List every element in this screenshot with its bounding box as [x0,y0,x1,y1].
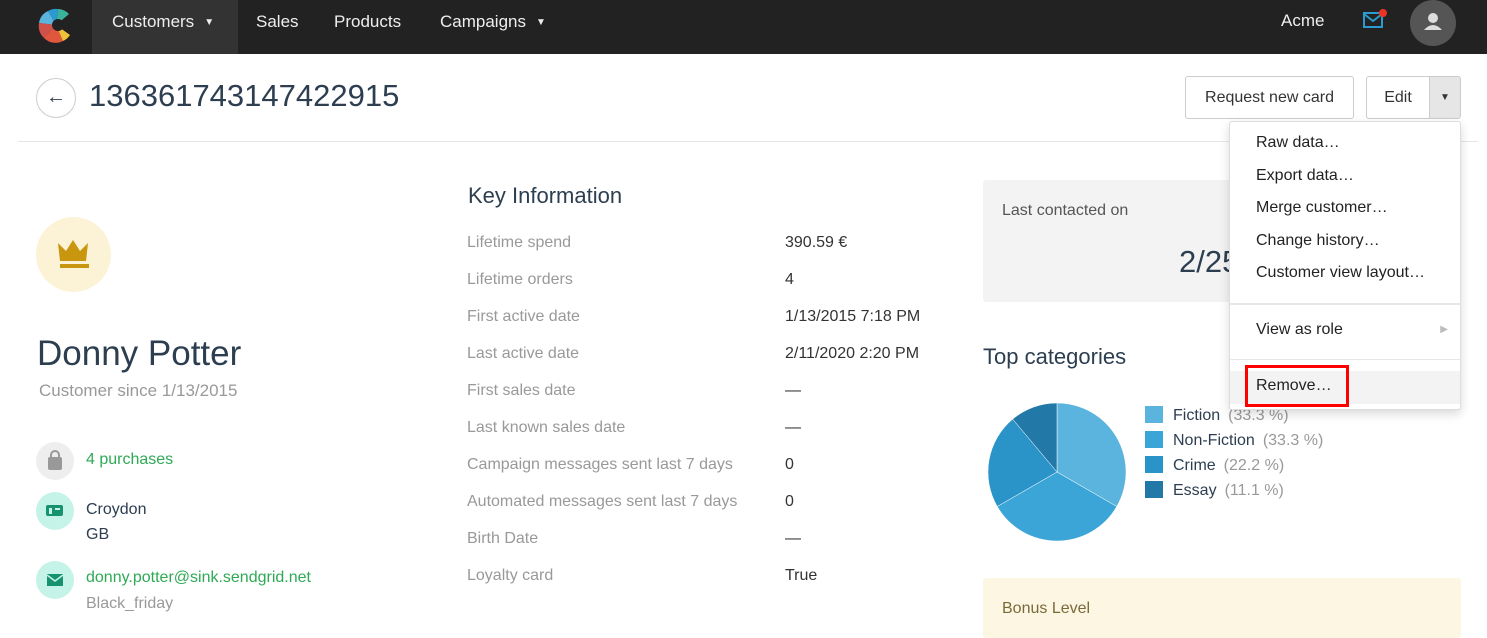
edit-button[interactable]: Edit [1366,76,1430,119]
legend-label: Fiction [1173,407,1221,424]
customer-name: Donny Potter [37,334,242,373]
legend-swatch [1145,406,1163,423]
caret-down-icon: ▼ [536,17,546,28]
legend-swatch [1145,431,1163,448]
key-info-value: 2/11/2020 2:20 PM [785,345,920,362]
arrow-left-icon: ← [46,86,66,108]
nav-customers[interactable]: Customers ▼ [92,0,238,54]
key-info-label: Last active date [467,345,580,362]
menu-item[interactable]: Merge customer… [1256,199,1388,217]
key-info-label: First sales date [467,382,576,399]
key-info-value: 1/13/2015 7:18 PM [785,308,921,325]
key-info-value: 390.59 € [785,234,848,251]
pie-chart [987,402,1127,542]
key-info-label: Lifetime spend [467,234,572,251]
email-link[interactable]: donny.potter@sink.sendgrid.net [86,569,311,587]
legend-percent: (33.3 %) [1262,432,1324,449]
key-info-label: Last known sales date [467,419,626,436]
city: Croydon [86,501,147,518]
key-info-label: Lifetime orders [467,271,573,288]
menu-item[interactable]: Export data… [1256,167,1354,185]
legend-label: Essay [1173,482,1217,499]
key-info-value: 4 [785,271,794,288]
country: GB [86,526,110,543]
crown-icon [58,240,89,268]
top-nav: Customers ▼ Sales Products Campaigns ▼ Acm… [0,0,1487,54]
menu-item[interactable]: Customer view layout… [1256,264,1425,282]
legend-percent: (22.2 %) [1223,457,1285,474]
legend-swatch [1145,481,1163,498]
loyalty-badge [36,217,111,292]
menu-item-label: Remove… [1256,377,1332,394]
legend-item: Essay (11.1 %) [1145,481,1284,500]
legend-swatch [1145,456,1163,473]
user-avatar[interactable] [1410,0,1456,46]
key-info-heading: Key Information [468,183,623,208]
key-info-value: 0 [785,456,794,473]
segment: Black_friday [86,595,174,612]
key-info-label: Birth Date [467,530,539,547]
mailbox-icon [36,492,74,530]
bonus-level-label: Bonus Level [1002,600,1091,617]
key-info-value: — [785,382,801,399]
notification-dot [1379,9,1387,17]
edit-dropdown-menu: Raw data… Export data… Merge customer… Chan… [1229,121,1461,410]
caret-down-icon: ▼ [204,17,215,28]
key-info-value: — [785,530,801,547]
menu-item[interactable]: Raw data… [1256,134,1340,152]
legend-label: Crime [1173,457,1216,474]
nav-label: Customers [112,12,195,31]
menu-item[interactable]: Change history… [1256,232,1380,250]
key-info-value: — [785,419,801,436]
key-info-label: Loyalty card [467,567,554,584]
customer-since: Customer since 1/13/2015 [39,381,238,400]
shopping-bag-icon [36,442,74,480]
request-new-card-button[interactable]: Request new card [1185,76,1354,119]
account-name[interactable]: Acme [1281,11,1324,31]
nav-campaigns[interactable]: Campaigns ▼ [440,0,546,54]
top-categories-heading: Top categories [983,344,1127,369]
bonus-level-card: Bonus Level [983,578,1461,638]
chevron-right-icon: ▶ [1440,324,1448,335]
email-icon [36,561,74,599]
purchases-link[interactable]: 4 purchases [86,451,173,469]
key-info-value: True [785,567,818,584]
nav-sales[interactable]: Sales [256,0,299,54]
nav-label: Campaigns [440,12,526,31]
key-info-label: Campaign messages sent last 7 days [467,456,733,473]
app-logo[interactable] [36,5,76,45]
last-contacted-label: Last contacted on [1002,202,1129,219]
legend-item: Non-Fiction (33.3 %) [1145,431,1323,450]
key-info-value: 0 [785,493,794,510]
edit-dropdown-toggle[interactable]: ▼ [1429,76,1461,119]
legend-label: Non-Fiction [1173,432,1255,449]
legend-percent: (11.1 %) [1224,482,1284,499]
nav-products[interactable]: Products [334,0,401,54]
menu-divider [1230,303,1460,305]
page-title: 1363617431474229​15 [89,78,400,113]
legend-item: Crime (22.2 %) [1145,456,1284,475]
menu-divider [1230,359,1460,360]
back-button[interactable]: ← [36,78,76,118]
key-info-label: Automated messages sent last 7 days [467,493,738,510]
caret-down-icon: ▼ [1440,92,1450,103]
menu-item-view-as-role[interactable]: View as role [1256,321,1343,339]
menu-item-remove[interactable]: Remove… [1230,365,1460,407]
key-info-label: First active date [467,308,580,325]
user-icon [1424,13,1442,30]
